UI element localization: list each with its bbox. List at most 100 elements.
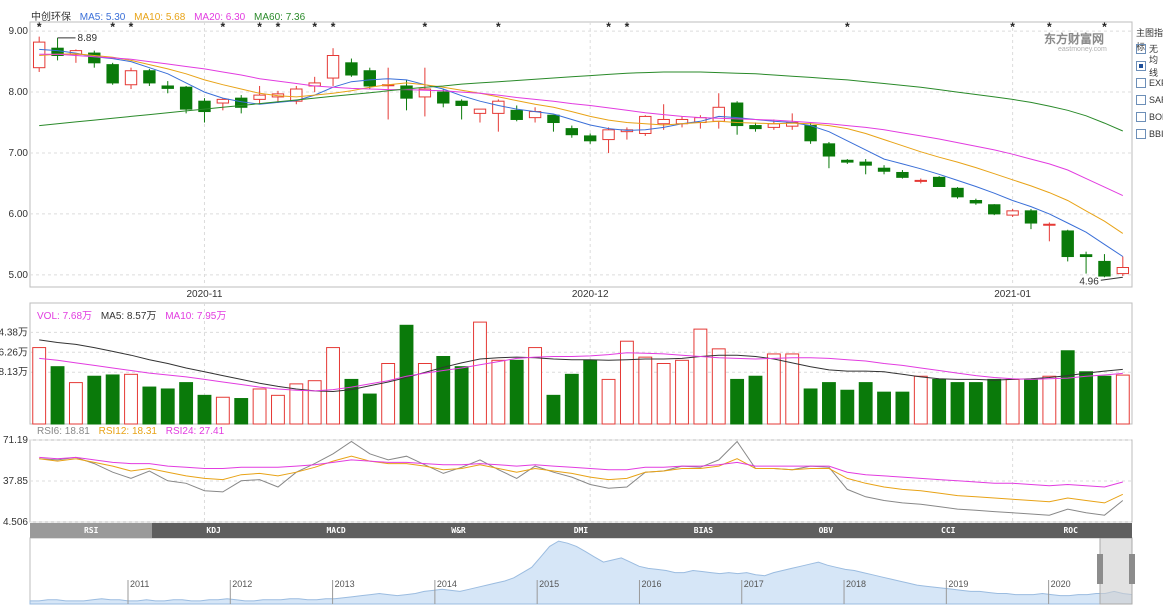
volume-bar <box>105 374 120 425</box>
volume-bar <box>271 394 285 425</box>
candle-body <box>510 109 523 120</box>
overview-year-label: 2014 <box>437 579 457 589</box>
logo-main: 东方财富网 <box>1044 32 1105 46</box>
tab-rsi[interactable]: RSI <box>30 523 153 538</box>
candle-body <box>363 70 376 87</box>
candle-body <box>400 85 413 99</box>
volume-bar <box>913 375 928 425</box>
logo-sub: eastmoney.com <box>1058 46 1107 53</box>
date-tick-label: 2020-11 <box>186 289 222 300</box>
date-tick-label: 2020-12 <box>572 289 609 300</box>
volume-bar <box>362 393 377 425</box>
volume-bar <box>785 353 800 425</box>
checkbox[interactable] <box>1136 43 1146 54</box>
overview-year-label: 2013 <box>335 579 355 589</box>
tab-bias[interactable]: BIAS <box>642 523 764 538</box>
indicator-option-sar[interactable]: SAR <box>1136 91 1163 108</box>
overview-area <box>29 540 1133 605</box>
volume-bar <box>1024 378 1038 425</box>
eastmoney-logo: 东方财富网 eastmoney.com <box>1044 30 1107 53</box>
volume-bar <box>1115 374 1130 425</box>
checkbox[interactable] <box>1136 111 1146 122</box>
volume-bar <box>987 378 1002 425</box>
candle-body <box>565 128 579 136</box>
candle-body <box>1061 230 1074 258</box>
annotation-leader <box>1100 276 1123 281</box>
vol-ma10-legend: MA10: 7.95万 <box>165 311 227 322</box>
rsi12-legend: RSI12: 18.31 <box>98 426 157 437</box>
volume-bar <box>473 321 487 425</box>
volume-bar <box>895 391 910 425</box>
candle-body <box>1098 260 1111 277</box>
ma10-legend: MA10: 5.68 <box>134 12 186 23</box>
candle-body <box>161 85 174 89</box>
candle-body <box>1043 223 1056 226</box>
event-marker: * <box>606 20 611 34</box>
overview-year-label: 2020 <box>1051 579 1071 589</box>
overview-year-label: 2016 <box>641 579 661 589</box>
ma-line-ma20 <box>39 53 1124 197</box>
candle-body <box>859 161 872 166</box>
candle-body <box>326 55 340 79</box>
event-marker: * <box>423 20 428 34</box>
checkbox[interactable] <box>1136 60 1146 71</box>
indicator-option-expma[interactable]: EXPMA <box>1136 74 1163 91</box>
candle-body <box>88 52 101 64</box>
tab-dmi[interactable]: DMI <box>520 523 642 538</box>
checkbox[interactable] <box>1136 77 1146 88</box>
volume-bar <box>381 363 396 425</box>
candle-body <box>547 114 560 124</box>
volume-bar <box>252 388 267 425</box>
candle-body <box>657 118 670 125</box>
volume-bar <box>326 347 340 425</box>
tab-macd[interactable]: MACD <box>275 523 397 538</box>
candle-body <box>969 199 983 204</box>
event-marker: * <box>1010 20 1015 34</box>
volume-bar <box>564 373 579 425</box>
tab-obv[interactable]: OBV <box>765 523 887 538</box>
price-tick-label: 8.00 <box>9 87 29 98</box>
candle-body <box>583 135 597 142</box>
volume-bar <box>307 380 322 425</box>
tab-roc[interactable]: ROC <box>1010 523 1132 538</box>
checkbox[interactable] <box>1136 94 1146 105</box>
price-tick-label: 5.00 <box>9 270 29 281</box>
volume-bar <box>711 348 726 425</box>
rsi24-legend: RSI24: 27.41 <box>165 426 225 437</box>
candle-body <box>455 100 468 106</box>
tab-wr[interactable]: W&R <box>397 523 519 538</box>
checkbox[interactable] <box>1136 128 1146 139</box>
indicator-option-boll[interactable]: BOLL <box>1136 108 1163 125</box>
volume-bar <box>840 389 855 425</box>
volume-bar <box>822 382 836 425</box>
volume-bar <box>968 382 983 425</box>
volume-bar <box>877 391 891 425</box>
candle-body <box>124 70 138 86</box>
event-marker: * <box>625 20 630 34</box>
stock-name: 中创环保 <box>31 12 71 23</box>
candle-body <box>951 187 964 198</box>
candle-body <box>473 108 487 114</box>
candle-body <box>712 106 725 122</box>
tab-cci[interactable]: CCI <box>887 523 1009 538</box>
candle-body <box>767 123 781 128</box>
volume-bar <box>1097 375 1112 425</box>
candle-body <box>1116 267 1130 275</box>
candle-body <box>822 143 836 157</box>
indicator-option-bbi[interactable]: BBI <box>1136 125 1163 142</box>
indicator-option-ma[interactable]: 均线 <box>1136 55 1163 78</box>
high-annotation: 8.89 <box>78 33 98 44</box>
candle-body <box>492 100 505 114</box>
overview-year-label: 2015 <box>539 579 559 589</box>
candle-body <box>988 204 1001 215</box>
rsi-tick-label: 4.506 <box>3 517 28 528</box>
volume-bar <box>160 388 175 425</box>
tab-kdj[interactable]: KDJ <box>152 523 274 538</box>
candle-body <box>1006 210 1019 216</box>
candle-body <box>216 98 230 104</box>
volume-bar <box>693 328 708 425</box>
volume-bar <box>1060 350 1075 425</box>
candle-body <box>602 129 615 141</box>
volume-bar <box>1079 371 1094 425</box>
rsi-legend: RSI6: 18.81 RSI12: 18.31 RSI24: 27.41 <box>37 426 230 440</box>
